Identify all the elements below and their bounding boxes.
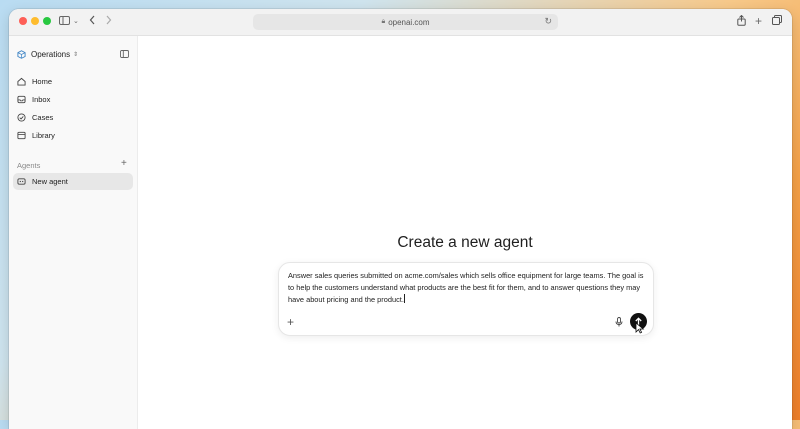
check-circle-icon — [17, 113, 26, 122]
minimize-window-button[interactable] — [31, 17, 39, 25]
add-agent-button[interactable]: + — [121, 158, 127, 169]
sidebar-item-library[interactable]: Library — [13, 127, 133, 144]
sidebar-toggle-icon[interactable] — [59, 15, 70, 29]
reload-icon[interactable]: ↻ — [544, 16, 552, 27]
collapse-sidebar-icon[interactable] — [120, 50, 129, 58]
prompt-text: Answer sales queries submitted on acme.c… — [288, 271, 644, 304]
workspace-cube-icon — [17, 50, 26, 59]
workspace-switcher[interactable]: Operations ⇕ — [17, 50, 78, 59]
prompt-input[interactable]: Answer sales queries submitted on acme.c… — [288, 270, 644, 305]
close-window-button[interactable] — [19, 17, 27, 25]
browser-window: ⌄ 🔒︎ openai.com ↻ + Operations ⇕ Home In… — [9, 9, 792, 429]
chevron-updown-icon: ⇕ — [73, 52, 79, 58]
library-icon — [17, 131, 26, 140]
sidebar-item-label: Inbox — [32, 95, 51, 104]
sidebar-item-label: Cases — [32, 113, 54, 122]
sidebar-item-label: New agent — [32, 177, 68, 186]
sidebar-item-new-agent[interactable]: New agent — [13, 173, 133, 190]
share-icon[interactable] — [737, 14, 746, 30]
forward-arrow-icon[interactable] — [105, 15, 112, 29]
address-bar[interactable]: 🔒︎ openai.com ↻ — [253, 14, 558, 30]
url-text: openai.com — [388, 17, 430, 27]
page-title: Create a new agent — [397, 234, 533, 251]
sidebar: Operations ⇕ Home Inbox Cases Library Ag… — [9, 36, 138, 429]
main-content: Create a new agent Answer sales queries … — [138, 36, 792, 429]
agents-section-label: Agents — [17, 161, 41, 170]
text-caret — [403, 293, 405, 303]
zoom-window-button[interactable] — [43, 17, 51, 25]
lock-icon: 🔒︎ — [381, 18, 386, 25]
microphone-icon[interactable] — [615, 317, 623, 327]
back-arrow-icon[interactable] — [89, 15, 96, 29]
sidebar-item-label: Library — [32, 131, 55, 140]
sidebar-item-home[interactable]: Home — [13, 73, 133, 90]
chevron-down-icon[interactable]: ⌄ — [73, 15, 79, 29]
inbox-icon — [17, 95, 26, 104]
sidebar-item-inbox[interactable]: Inbox — [13, 91, 133, 108]
tab-overview-icon[interactable] — [772, 15, 782, 29]
browser-titlebar: ⌄ 🔒︎ openai.com ↻ + — [9, 9, 792, 36]
agent-icon — [17, 178, 26, 185]
mouse-pointer-icon — [635, 322, 645, 334]
sidebar-item-label: Home — [32, 77, 53, 86]
sidebar-item-cases[interactable]: Cases — [13, 109, 133, 126]
home-icon — [17, 77, 26, 86]
workspace-name: Operations — [31, 50, 71, 59]
prompt-composer[interactable]: Answer sales queries submitted on acme.c… — [278, 262, 654, 336]
new-tab-icon[interactable]: + — [755, 14, 762, 28]
add-attachment-button[interactable]: + — [287, 315, 294, 329]
